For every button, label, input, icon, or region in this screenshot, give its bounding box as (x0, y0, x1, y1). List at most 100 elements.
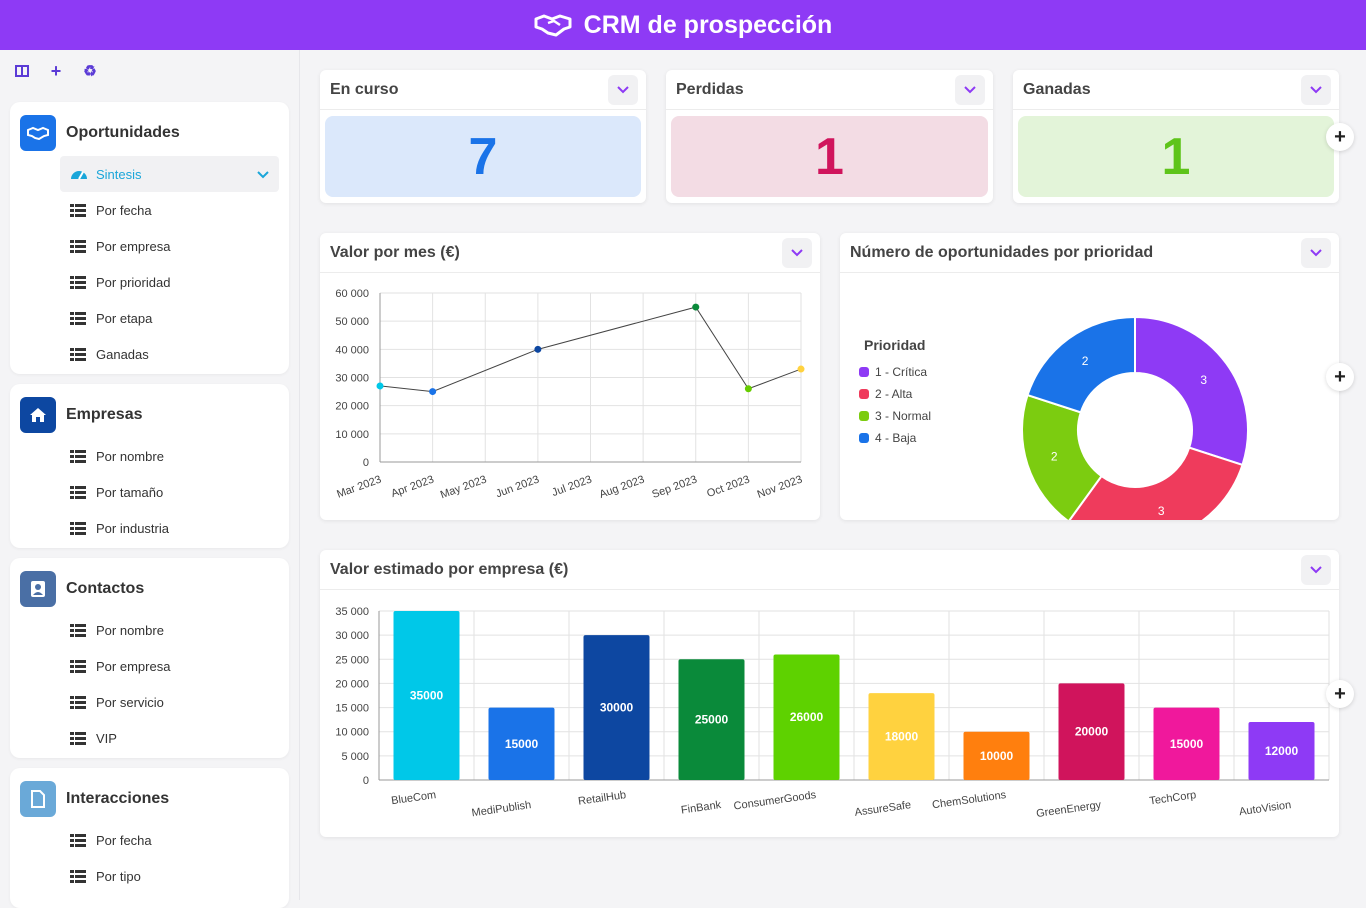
table-list-icon (70, 869, 86, 883)
bar-value-label: 18000 (885, 730, 919, 744)
donut-chart-card: Número de oportunidades por prioridad Pr… (840, 233, 1339, 520)
chevron-down-icon[interactable] (955, 75, 985, 105)
donut-slice[interactable] (1134, 315, 1249, 467)
y-tick-label: 20 000 (335, 401, 369, 413)
chevron-down-icon[interactable] (782, 238, 812, 268)
sidebar-item-label: Por servicio (96, 694, 164, 710)
table-list-icon (70, 239, 86, 253)
sidebar-item-por-etapa[interactable]: Por etapa (10, 300, 289, 336)
chevron-down-icon[interactable] (257, 167, 269, 182)
sidebar-item-label: Por tamaño (96, 484, 164, 500)
sidebar-item-label: Por fecha (96, 202, 152, 218)
sidebar-item-por-industria[interactable]: Por industria (10, 510, 289, 546)
legend-title: Prioridad (864, 337, 925, 353)
sidebar-item-por-tipo[interactable]: Por tipo (10, 858, 289, 894)
dashboard-icon (70, 166, 88, 183)
sidebar-item-label: VIP (96, 730, 117, 746)
kpi-label: Ganadas (1013, 70, 1339, 110)
table-list-icon (70, 203, 86, 217)
sidebar-item-por-fecha[interactable]: Por fecha (10, 822, 289, 858)
sidebar-item-label: Por industria (96, 520, 169, 536)
bar-value-label: 12000 (1265, 744, 1299, 758)
sidebar-item-sintesis[interactable]: Sintesis (60, 156, 279, 192)
legend-label[interactable]: 2 - Alta (875, 387, 913, 401)
chevron-down-icon[interactable] (1301, 238, 1331, 268)
x-tick-label: FinBank (680, 799, 722, 817)
slice-value-label: 3 (1158, 504, 1165, 518)
recycle-icon[interactable]: ♻ (80, 61, 100, 81)
sidebar-item-label: Por fecha (96, 832, 152, 848)
y-tick-label: 5 000 (341, 751, 369, 763)
sidebar-item-label: Por empresa (96, 658, 171, 674)
y-tick-label: 60 000 (335, 288, 369, 300)
handshake-icon (20, 115, 56, 151)
y-tick-label: 50 000 (335, 316, 369, 328)
columns-icon[interactable] (12, 61, 32, 81)
chevron-down-icon[interactable] (608, 75, 638, 105)
legend-swatch (859, 411, 869, 421)
kpi-label: Perdidas (666, 70, 993, 110)
y-tick-label: 25 000 (335, 654, 369, 666)
kpi-card-ganadas: Ganadas 1 (1013, 70, 1339, 203)
table-list-icon (70, 623, 86, 637)
document-icon (20, 781, 56, 817)
y-tick-label: 10 000 (335, 429, 369, 441)
slice-value-label: 2 (1051, 449, 1058, 463)
x-tick-label: Sep 2023 (650, 474, 698, 501)
chevron-down-icon[interactable] (1301, 555, 1331, 585)
sidebar-section-header[interactable]: Contactos (10, 566, 289, 612)
contact-card-icon (20, 571, 56, 607)
sidebar-item-ganadas[interactable]: Ganadas (10, 336, 289, 372)
sidebar-item-label: Por prioridad (96, 274, 171, 290)
data-point[interactable] (692, 303, 700, 311)
bar-chart-card: Valor estimado por empresa (€) 0 5 000 10 … (320, 550, 1339, 837)
sidebar-item-por-nombre[interactable]: Por nombre (10, 438, 289, 474)
add-widget-button[interactable]: + (1326, 680, 1354, 708)
sidebar-section-title: Contactos (66, 580, 145, 597)
kpi-card-en-curso: En curso 7 (320, 70, 646, 203)
sidebar-item-por-prioridad[interactable]: Por prioridad (10, 264, 289, 300)
sidebar-section-header[interactable]: Interacciones (10, 776, 289, 822)
sidebar-item-por-fecha[interactable]: Por fecha (10, 192, 289, 228)
sidebar-item-label: Por nombre (96, 622, 164, 638)
x-tick-label: May 2023 (439, 474, 489, 502)
sidebar-item-por-servicio[interactable]: Por servicio (10, 684, 289, 720)
data-point[interactable] (376, 382, 384, 390)
legend-label[interactable]: 3 - Normal (875, 409, 931, 423)
data-point[interactable] (429, 388, 437, 396)
bar-value-label: 30000 (600, 701, 634, 715)
x-tick-label: ChemSolutions (931, 789, 1007, 811)
x-tick-label: GreenEnergy (1035, 799, 1102, 820)
y-tick-label: 15 000 (335, 703, 369, 715)
card-title: Número de oportunidades por prioridad (840, 233, 1339, 273)
sidebar-item-por-empresa[interactable]: Por empresa (10, 228, 289, 264)
add-widget-button[interactable]: + (1326, 363, 1354, 391)
legend-label[interactable]: 1 - Crítica (875, 365, 927, 379)
sidebar-item-por-nombre[interactable]: Por nombre (10, 612, 289, 648)
data-point[interactable] (744, 385, 752, 393)
sidebar-item-vip[interactable]: VIP (10, 720, 289, 756)
sidebar-section-header[interactable]: Oportunidades (10, 110, 289, 156)
legend-swatch (859, 389, 869, 399)
data-point[interactable] (797, 365, 805, 373)
bar-value-label: 25000 (695, 713, 729, 727)
data-point[interactable] (534, 345, 542, 353)
bar-value-label: 15000 (505, 737, 539, 751)
sidebar-section-header[interactable]: Empresas (10, 392, 289, 438)
sidebar-item-por-empresa[interactable]: Por empresa (10, 648, 289, 684)
legend-label[interactable]: 4 - Baja (875, 431, 917, 445)
sidebar-section-empresas: Empresas Por nombre Por tamaño Por industri… (10, 384, 289, 548)
sidebar-item-por-tamaño[interactable]: Por tamaño (10, 474, 289, 510)
sidebar-item-label: Por etapa (96, 310, 153, 326)
y-tick-label: 0 (363, 775, 369, 787)
legend-swatch (859, 433, 869, 443)
add-widget-button[interactable]: + (1326, 123, 1354, 151)
line-chart: 0 10 000 20 000 30 000 40 000 50 000 60 000 Mar… (335, 288, 805, 502)
table-list-icon (70, 275, 86, 289)
sidebar-section-title: Empresas (66, 406, 143, 423)
plus-icon[interactable]: + (46, 61, 66, 81)
chevron-down-icon[interactable] (1301, 75, 1331, 105)
kpi-value: 7 (325, 116, 641, 197)
x-tick-label: AutoVision (1238, 799, 1292, 818)
table-list-icon (70, 311, 86, 325)
